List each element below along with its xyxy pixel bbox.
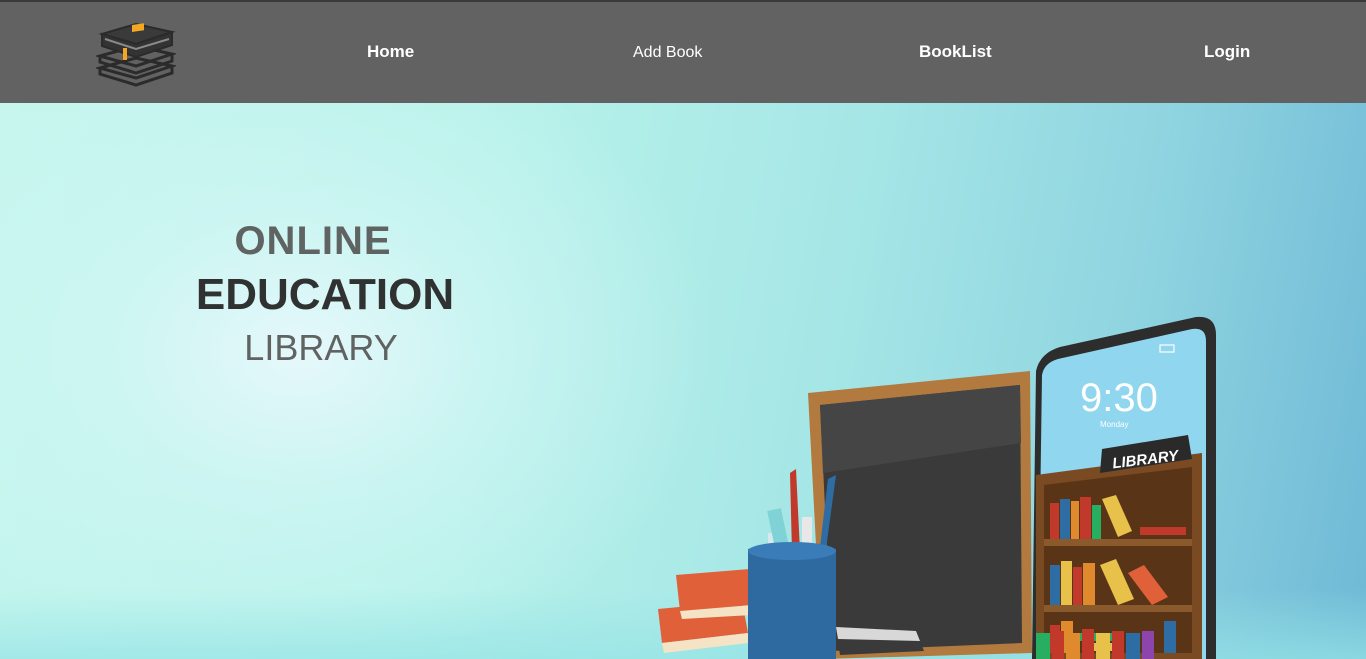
phone-time: 9:30 <box>1080 376 1158 420</box>
top-navbar: Home Add Book BookList Login <box>0 0 1366 103</box>
library-illustration: 9:30 Monday LIBRARY <box>658 316 1216 659</box>
hero-line-education: EDUCATION <box>195 270 455 319</box>
nav-booklist-link[interactable]: BookList <box>919 42 992 62</box>
nav-add-book-link[interactable]: Add Book <box>633 44 702 62</box>
phone-image: 9:30 Monday LIBRARY <box>1032 316 1216 659</box>
phone-day: Monday <box>1100 420 1128 429</box>
eraser-image <box>836 627 924 655</box>
hero-line-online: ONLINE <box>234 219 392 263</box>
hero-line-library: LIBRARY <box>244 327 398 368</box>
books-logo-icon[interactable] <box>94 20 178 90</box>
stacked-books-image <box>658 569 752 653</box>
hero-banner: ONLINE EDUCATION LIBRARY 9:30 Monday LIB… <box>0 103 1366 659</box>
nav-login-link[interactable]: Login <box>1204 42 1250 62</box>
nav-home-link[interactable]: Home <box>367 42 414 62</box>
chalkboard-image <box>808 371 1032 659</box>
hero-heading: ONLINE EDUCATION LIBRARY <box>190 215 460 373</box>
